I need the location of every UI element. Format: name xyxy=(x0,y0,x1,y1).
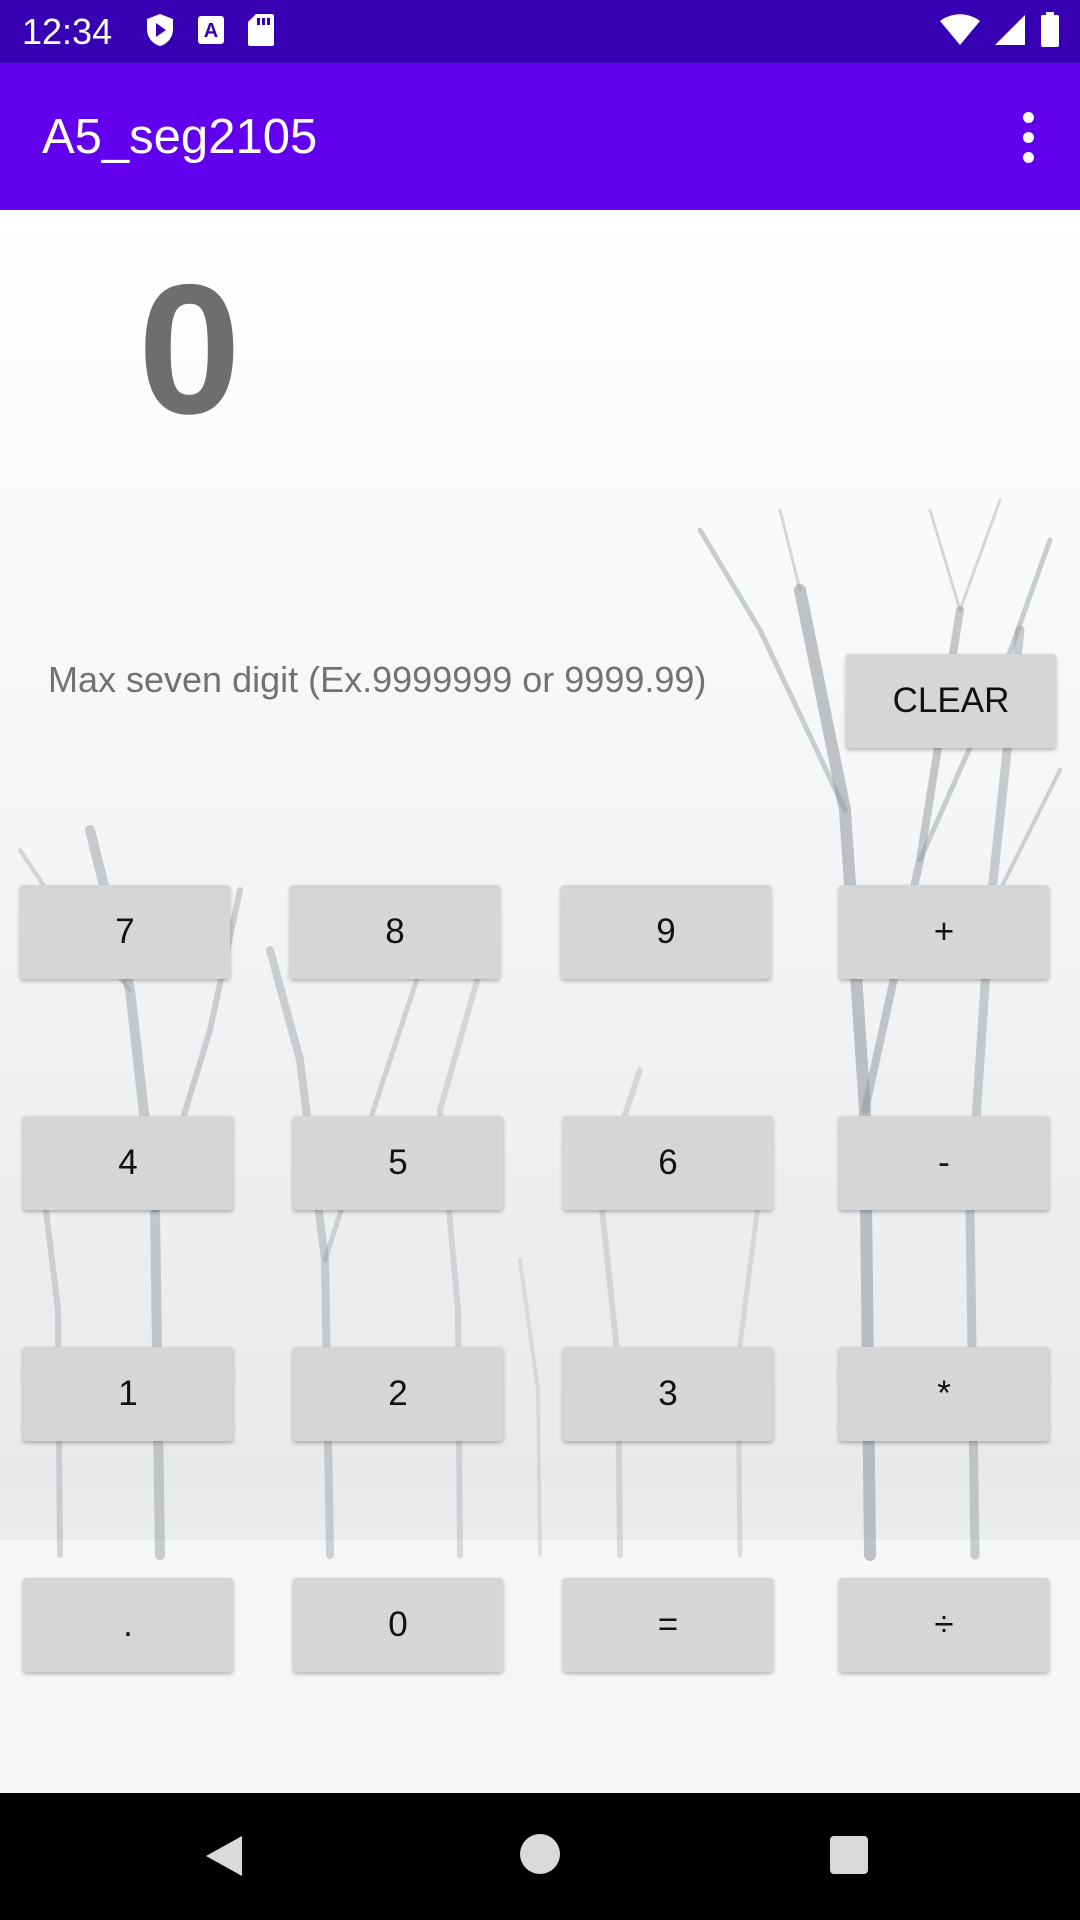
key-2-button[interactable]: 2 xyxy=(293,1347,503,1441)
equals-button[interactable]: = xyxy=(563,1578,773,1672)
key-6-button[interactable]: 6 xyxy=(563,1116,773,1210)
plus-button[interactable]: + xyxy=(839,885,1049,979)
minus-button[interactable]: - xyxy=(839,1116,1049,1210)
key-1-button[interactable]: 1 xyxy=(23,1347,233,1441)
status-icons-right xyxy=(940,11,1060,53)
key-0-button[interactable]: 0 xyxy=(293,1578,503,1672)
sd-card-icon xyxy=(247,13,275,52)
calculator-screen: 0 Max seven digit (Ex.9999999 or 9999.99… xyxy=(0,210,1080,1793)
decimal-button[interactable]: . xyxy=(23,1578,233,1672)
status-bar: 12:34 A xyxy=(0,0,1080,63)
key-7-button[interactable]: 7 xyxy=(20,885,230,979)
back-icon[interactable] xyxy=(204,1834,244,1883)
home-icon[interactable] xyxy=(520,1834,560,1874)
status-icons-left: A xyxy=(145,13,275,51)
status-time: 12:34 xyxy=(22,11,113,52)
play-protect-icon xyxy=(145,13,175,52)
multiply-button[interactable]: * xyxy=(839,1347,1049,1441)
key-3-button[interactable]: 3 xyxy=(563,1347,773,1441)
text-a-icon: A xyxy=(197,15,225,50)
clear-button[interactable]: CLEAR xyxy=(846,654,1056,748)
app-title: A5_seg2105 xyxy=(42,110,318,164)
key-4-button[interactable]: 4 xyxy=(23,1116,233,1210)
cell-signal-icon xyxy=(994,14,1026,51)
system-nav-bar xyxy=(0,1793,1080,1920)
recents-icon[interactable] xyxy=(830,1836,868,1874)
battery-icon xyxy=(1040,11,1060,53)
wifi-icon xyxy=(940,13,980,51)
svg-text:A: A xyxy=(204,20,218,42)
key-5-button[interactable]: 5 xyxy=(293,1116,503,1210)
key-9-button[interactable]: 9 xyxy=(561,885,771,979)
digit-limit-hint: Max seven digit (Ex.9999999 or 9999.99) xyxy=(48,659,707,700)
key-8-button[interactable]: 8 xyxy=(290,885,500,979)
result-display: 0 xyxy=(138,247,241,453)
app-bar: A5_seg2105 xyxy=(0,63,1080,210)
more-vert-icon[interactable] xyxy=(998,105,1058,169)
divide-button[interactable]: ÷ xyxy=(839,1578,1049,1672)
